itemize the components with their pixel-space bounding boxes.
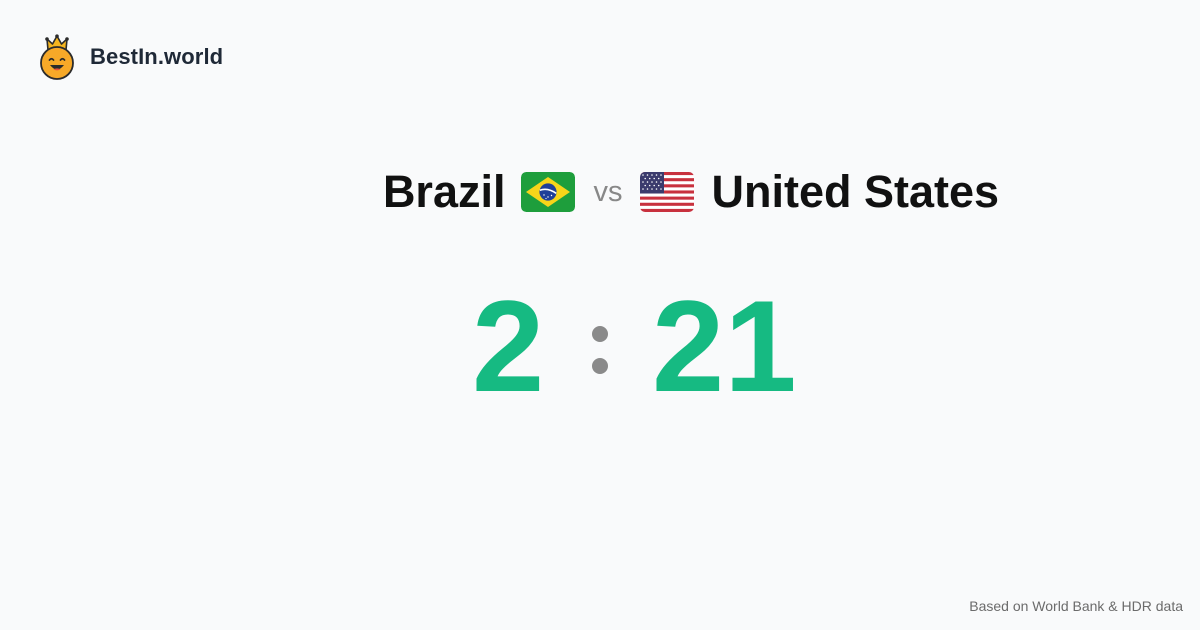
crowned-smiley-icon — [40, 34, 74, 80]
vs-label: vs — [593, 175, 623, 208]
left-score: 2 — [472, 273, 545, 419]
brazil-flag-icon — [521, 172, 576, 212]
right-country-name: United States — [711, 166, 1000, 217]
brand-name[interactable]: BestIn.world — [90, 44, 223, 70]
data-source-note: Based on World Bank & HDR data — [969, 598, 1183, 614]
score-display: 2 21 — [0, 276, 1200, 416]
separator-dot-bottom — [592, 358, 608, 374]
right-score: 21 — [652, 273, 797, 419]
score-separator — [592, 326, 608, 374]
us-flag-icon — [640, 172, 695, 212]
left-country-name: Brazil — [382, 166, 506, 217]
brand-header[interactable]: BestIn.world — [38, 34, 223, 80]
comparison-title: Brazil vs United States — [0, 160, 1200, 224]
separator-dot-top — [592, 326, 608, 342]
